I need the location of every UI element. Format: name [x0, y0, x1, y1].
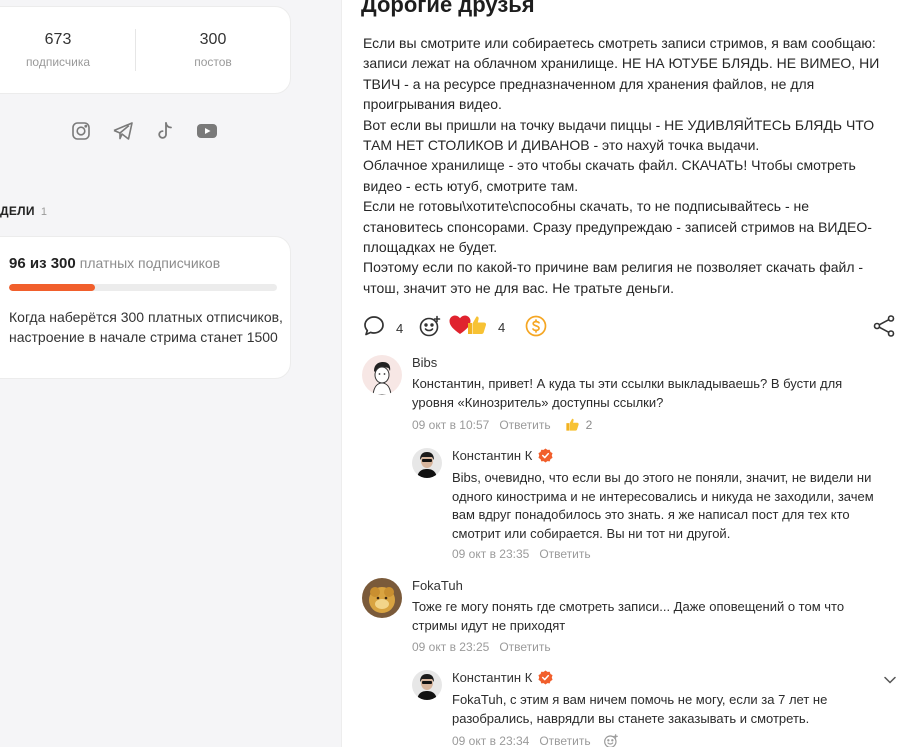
reply-button[interactable]: Ответить [539, 547, 590, 561]
post-paragraph: Если не готовы\хотите\способны скачать, … [363, 198, 872, 256]
comments-button[interactable]: 4 [362, 314, 403, 343]
posts-count: 300 [199, 31, 227, 48]
posts-stat[interactable]: 300 постов [136, 31, 290, 69]
goals-count: 1 [40, 206, 48, 218]
goal-description: Когда наберётся 300 платных отписчиков, … [9, 309, 283, 345]
verified-badge-icon [538, 670, 553, 685]
verified-badge-icon [538, 448, 553, 463]
comment-meta: 09 окт в 10:57 Ответить 2 [412, 417, 592, 432]
add-reaction-button[interactable] [603, 733, 619, 747]
subscribers-count: 673 [44, 31, 72, 48]
post-paragraph: Поэтому если по какой-то причине вам рел… [363, 259, 864, 296]
comment-author[interactable]: Bibs [412, 355, 437, 370]
post-title: Дорогие друзья [361, 0, 535, 17]
reply-button[interactable]: Ответить [499, 640, 550, 654]
subscribers-label: подписчика [25, 55, 91, 69]
goals-heading-label: ДЕЛИ [0, 204, 35, 218]
social-links [70, 120, 218, 142]
add-reaction-button[interactable] [418, 314, 442, 343]
thumbs-up-icon [565, 418, 579, 431]
youtube-icon[interactable] [196, 120, 218, 142]
instagram-icon[interactable] [70, 120, 92, 142]
donate-coin-icon [524, 314, 548, 343]
avatar[interactable] [412, 448, 442, 478]
comment-author[interactable]: Константин К [452, 448, 553, 463]
goals-heading: ДЕЛИ 1 [0, 204, 47, 218]
reply-button[interactable]: Ответить [539, 734, 590, 747]
share-button[interactable] [872, 314, 896, 343]
comment-author-name: Константин К [452, 448, 533, 463]
comment-like-count: 2 [585, 417, 593, 432]
goal-unit: платных подписчиков [79, 255, 221, 271]
comment-author-name: Константин К [452, 670, 533, 685]
thumbs-up-icon [466, 314, 488, 341]
comment-like-button[interactable]: 2 [565, 417, 593, 432]
comment-author[interactable]: Константин К [452, 670, 553, 685]
add-reaction-icon [418, 314, 442, 343]
goal-current: 96 из 300 [9, 255, 76, 272]
goal-progress-fill [9, 284, 95, 291]
share-icon [872, 314, 896, 343]
comments-count: 4 [396, 321, 404, 336]
telegram-icon[interactable] [112, 120, 134, 142]
comment-time: 09 окт в 23:25 [412, 640, 490, 654]
comment-icon [362, 314, 386, 343]
avatar[interactable] [362, 355, 402, 395]
comment-time: 09 окт в 23:34 [452, 734, 530, 747]
comment-meta: 09 окт в 23:34 Ответить [452, 733, 619, 747]
post-paragraph: Облачное хранилище - это чтобы скачать ф… [363, 157, 856, 194]
post-feed: Дорогие друзья Если вы смотрите или соби… [341, 0, 915, 747]
posts-label: постов [194, 55, 232, 69]
avatar[interactable] [412, 670, 442, 700]
post-paragraph: Если вы смотрите или собираетесь смотрет… [363, 35, 880, 113]
comment-author[interactable]: FokaTuh [412, 578, 463, 593]
profile-sidebar: 673 подписчика 300 постов ДЕЛИ 1 96 из 30… [0, 0, 341, 747]
comment-text: Тоже ге могу понять где смотреть записи.… [412, 599, 845, 633]
avatar[interactable] [362, 578, 402, 618]
donate-button[interactable] [524, 314, 548, 343]
reactions-summary[interactable]: 4 [448, 314, 505, 341]
chevron-down-icon[interactable] [883, 672, 897, 690]
stats-card: 673 подписчика 300 постов [0, 6, 291, 94]
goal-title: 96 из 300 платных подписчиков [9, 255, 276, 272]
comment-text: FokaTuh, с этим я вам ничем помочь не мо… [452, 692, 828, 726]
comment-time: 09 окт в 10:57 [412, 417, 490, 432]
comment-text: Bibs, очевидно, что если вы до этого не … [452, 470, 874, 541]
reply-button[interactable]: Ответить [499, 418, 550, 432]
reactions-count: 4 [498, 320, 506, 335]
subscribers-stat[interactable]: 673 подписчика [0, 31, 135, 69]
add-reaction-icon [603, 734, 618, 747]
comment-meta: 09 окт в 23:35 Ответить [452, 547, 591, 561]
comment-time: 09 окт в 23:35 [452, 547, 530, 561]
goal-progress-bar [9, 284, 277, 291]
comment-meta: 09 окт в 23:25 Ответить [412, 640, 551, 654]
tiktok-icon[interactable] [154, 120, 176, 142]
post-paragraph: Вот если вы пришли на точку выдачи пиццы… [363, 116, 875, 154]
goal-card[interactable]: 96 из 300 платных подписчиков Когда набер… [0, 236, 291, 379]
post-actions: 4 4 [362, 314, 897, 340]
post-body: Если вы смотрите или собираетесь смотрет… [363, 33, 893, 298]
comment-text: Константин, привет! А куда ты эти ссылки… [412, 376, 843, 410]
